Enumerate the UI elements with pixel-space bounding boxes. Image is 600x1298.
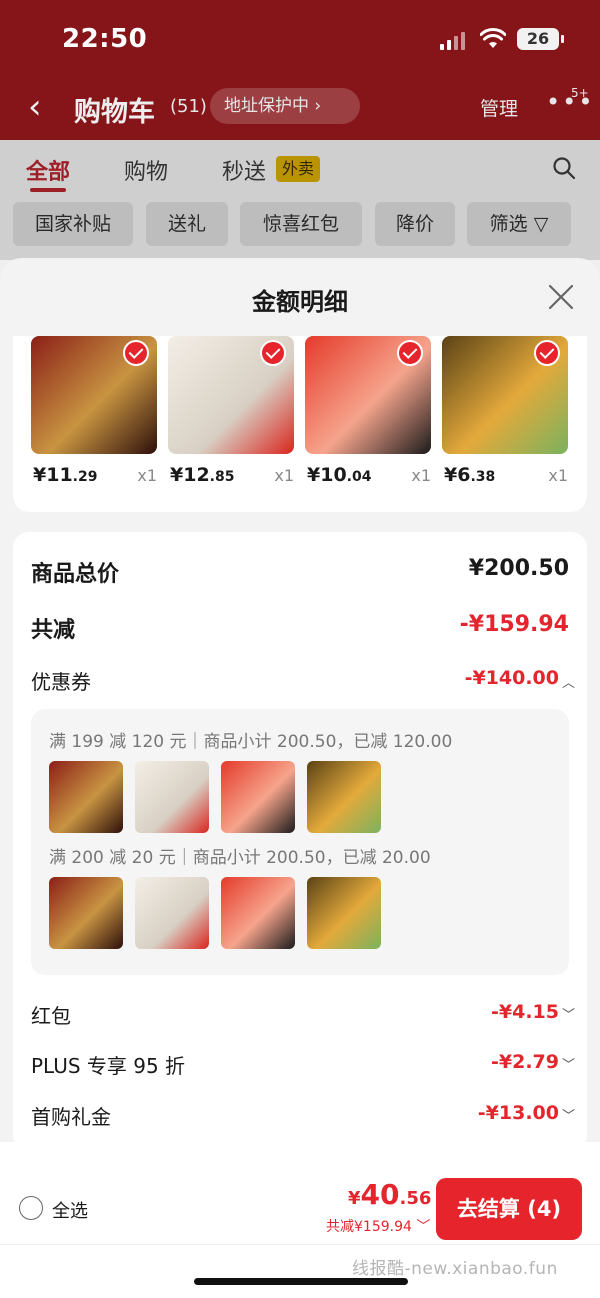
checkout-button[interactable]: 去结算 (4) [436, 1178, 582, 1240]
goods-total-value: ¥200.50 [468, 556, 569, 581]
selected-check-icon[interactable] [534, 340, 560, 366]
sheet-title: 金额明细 [252, 288, 348, 316]
coupon-product-thumb [135, 761, 209, 833]
cellular-signal-icon [440, 30, 465, 50]
home-indicator [194, 1278, 408, 1285]
divider [0, 1244, 600, 1245]
coupon-rule-1: 满 199 减 120 元｜商品小计 200.50，已减 120.00 [49, 732, 453, 752]
product-qty: x1 [411, 466, 431, 485]
coupon-rule-2: 满 200 减 20 元｜商品小计 200.50，已减 20.00 [49, 848, 431, 868]
selected-check-icon[interactable] [397, 340, 423, 366]
filter-gift[interactable]: 送礼 [146, 202, 228, 246]
select-all-checkbox[interactable] [19, 1196, 43, 1220]
status-bar: 22:50 26 [0, 0, 600, 80]
address-protect-button[interactable]: 地址保护中 › [210, 88, 360, 124]
close-icon[interactable] [546, 282, 576, 312]
product-qty: x1 [548, 466, 568, 485]
saved-amount-toggle[interactable]: 共减¥159.94 ﹀ [326, 1216, 430, 1236]
chevron-down-icon[interactable]: ﹀ [562, 1054, 575, 1073]
product-item[interactable]: ¥11.29 x1 [31, 336, 157, 486]
cart-tabs: 全部 购物 秒送 外卖 [0, 140, 600, 200]
filter-chips: 国家补贴 送礼 惊喜红包 降价 筛选 ▽ [0, 200, 600, 260]
checkout-bar: 全选 ¥40.56 共减¥159.94 ﹀ 去结算 (4) 线报酷-new.xi… [0, 1142, 600, 1298]
more-badge: 5+ [571, 86, 589, 100]
back-icon[interactable]: ‹ [28, 90, 42, 124]
tab-shopping[interactable]: 购物 [124, 154, 168, 186]
page-title: 购物车 [74, 97, 155, 128]
coupon-label[interactable]: 优惠券 [31, 666, 91, 695]
battery-icon: 26 [517, 28, 564, 50]
product-price: ¥10.04 [307, 464, 372, 486]
wifi-icon [480, 28, 506, 48]
total-reduce-label: 共减 [31, 618, 76, 643]
total-reduce-value: -¥159.94 [459, 612, 569, 637]
product-price: ¥12.85 [170, 464, 235, 486]
chevron-up-icon[interactable]: ︿ [562, 672, 575, 691]
watermark: 线报酷-new.xianbao.fun [352, 1259, 558, 1279]
red-packet-value[interactable]: -¥4.15 [491, 1001, 559, 1023]
filter-national-subsidy[interactable]: 国家补贴 [13, 202, 133, 246]
product-item[interactable]: ¥10.04 x1 [305, 336, 431, 486]
select-all-label[interactable]: 全选 [52, 1197, 88, 1223]
coupon-product-thumb [307, 761, 381, 833]
plus-discount-label[interactable]: PLUS 专享 95 折 [31, 1050, 185, 1079]
selected-check-icon[interactable] [123, 340, 149, 366]
red-packet-label[interactable]: 红包 [31, 1000, 71, 1029]
manage-button[interactable]: 管理 [480, 94, 518, 121]
plus-discount-value[interactable]: -¥2.79 [491, 1051, 559, 1073]
product-qty: x1 [274, 466, 294, 485]
filter-screen-button[interactable]: 筛选 ▽ [467, 202, 571, 246]
cart-count: (51) [170, 96, 207, 117]
product-price: ¥11.29 [33, 464, 98, 486]
tab-underline [30, 188, 66, 192]
filter-red-packet[interactable]: 惊喜红包 [240, 202, 362, 246]
chevron-down-icon[interactable]: ﹀ [562, 1004, 575, 1023]
coupon-value[interactable]: -¥140.00 [465, 667, 559, 689]
cart-nav-bar: ‹ 购物车 (51) 地址保护中 › 管理 ••• 5+ [0, 80, 600, 140]
product-item[interactable]: ¥12.85 x1 [168, 336, 294, 486]
coupon-detail-box: 满 199 减 120 元｜商品小计 200.50，已减 120.00 满 20… [31, 709, 569, 975]
takeout-badge: 外卖 [276, 156, 321, 182]
coupon-product-thumb [307, 877, 381, 949]
coupon-product-thumb [49, 761, 123, 833]
tab-flash-delivery[interactable]: 秒送 [222, 154, 266, 186]
selected-check-icon[interactable] [260, 340, 286, 366]
product-price: ¥6.38 [444, 464, 496, 486]
search-icon[interactable] [552, 156, 576, 180]
product-item[interactable]: ¥6.38 x1 [442, 336, 568, 486]
goods-total-label: 商品总价 [31, 562, 120, 587]
filter-price-drop[interactable]: 降价 [375, 202, 455, 246]
price-summary-card: 商品总价 ¥200.50 共减 -¥159.94 优惠券 -¥140.00 ︿ … [13, 532, 587, 1152]
first-purchase-value[interactable]: -¥13.00 [478, 1102, 559, 1124]
first-purchase-label[interactable]: 首购礼金 [31, 1101, 111, 1130]
clock: 22:50 [62, 24, 148, 54]
selected-products-strip: ¥11.29 x1 ¥12.85 x1 ¥10.04 x1 ¥6.38 x1 [13, 336, 587, 512]
coupon-product-thumb [221, 877, 295, 949]
tab-all[interactable]: 全部 [26, 154, 70, 186]
payable-total: ¥40.56 [348, 1178, 432, 1211]
coupon-product-thumb [221, 761, 295, 833]
chevron-down-icon[interactable]: ﹀ [562, 1105, 575, 1124]
product-qty: x1 [137, 466, 157, 485]
coupon-product-thumb [49, 877, 123, 949]
coupon-product-thumb [135, 877, 209, 949]
